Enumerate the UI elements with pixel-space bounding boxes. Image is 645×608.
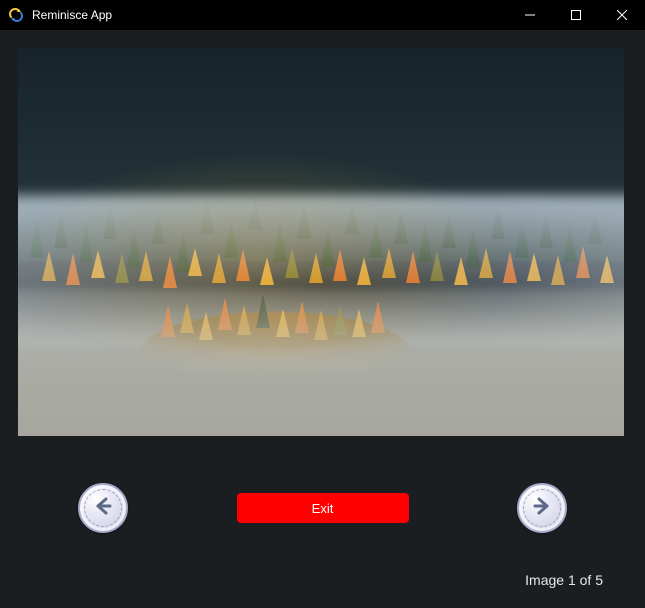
controls-row: Exit — [0, 478, 645, 538]
content-area: Exit Image 1 of 5 — [0, 30, 645, 608]
arrow-right-icon — [530, 494, 554, 523]
window-title: Reminisce App — [32, 8, 507, 22]
close-button[interactable] — [599, 0, 645, 30]
window-controls — [507, 0, 645, 30]
app-icon — [8, 7, 24, 23]
maximize-button[interactable] — [553, 0, 599, 30]
next-button[interactable] — [517, 483, 567, 533]
image-counter: Image 1 of 5 — [525, 572, 603, 588]
titlebar: Reminisce App — [0, 0, 645, 30]
image-display — [18, 48, 624, 436]
exit-button-label: Exit — [312, 501, 334, 516]
exit-button[interactable]: Exit — [237, 493, 409, 523]
previous-button[interactable] — [78, 483, 128, 533]
arrow-left-icon — [91, 494, 115, 523]
minimize-button[interactable] — [507, 0, 553, 30]
